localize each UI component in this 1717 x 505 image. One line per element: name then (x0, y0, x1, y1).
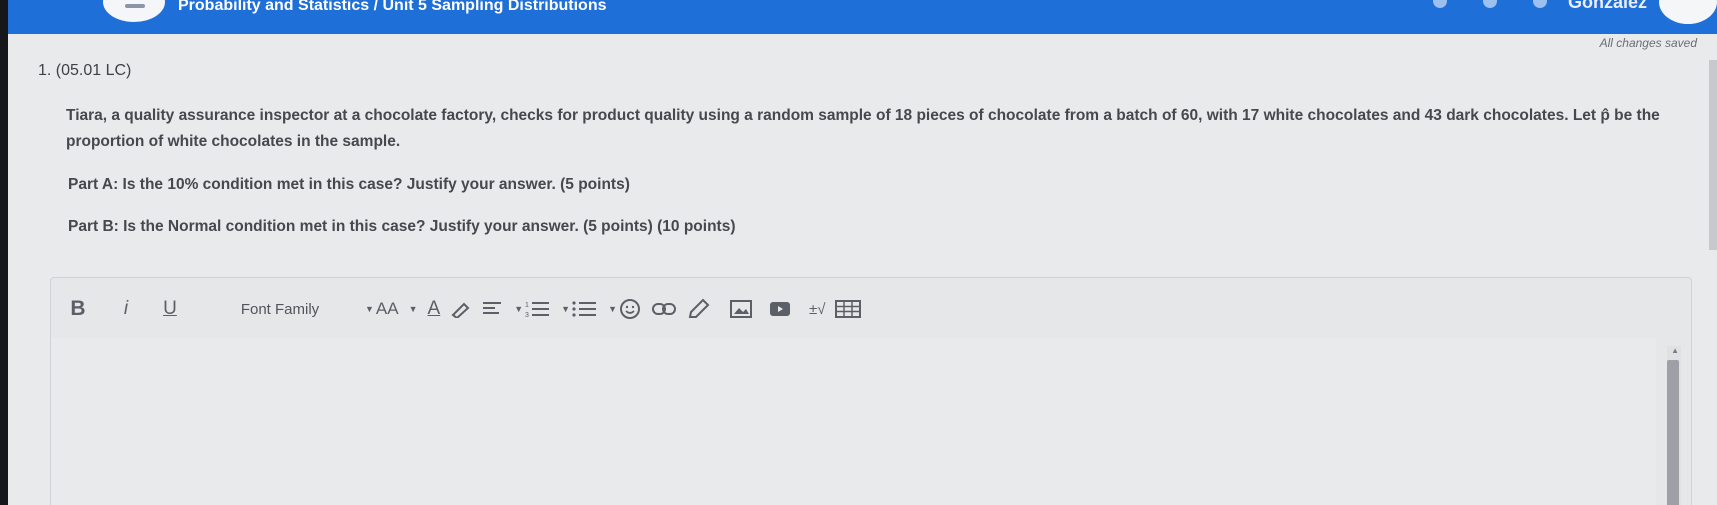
emoji-icon (619, 299, 640, 319)
chevron-down-icon: ▼ (408, 304, 418, 314)
video-icon (769, 302, 790, 316)
bold-button[interactable]: B (65, 297, 91, 321)
pencil-icon (688, 298, 710, 318)
align-icon (483, 302, 502, 314)
ordered-list-button[interactable]: 1 3 (525, 300, 551, 318)
editor-scroll-thumb[interactable] (1667, 360, 1679, 505)
page-scrollbar[interactable] (1709, 60, 1717, 250)
video-button[interactable] (769, 299, 791, 319)
table-icon (835, 300, 862, 318)
bullet-list-icon (572, 301, 597, 317)
chevron-down-icon: ▼ (365, 304, 374, 314)
underline-button[interactable]: U (159, 298, 181, 320)
chevron-down-icon: ▼ (514, 304, 524, 314)
chevron-down-icon: ▼ (561, 304, 571, 314)
image-button[interactable] (729, 299, 753, 319)
font-size-button[interactable]: AA (376, 299, 399, 319)
link-button[interactable] (651, 300, 677, 318)
top-bar: Probability and Statistics / Unit 5 Samp… (8, 0, 1717, 34)
svg-text:1: 1 (525, 302, 529, 309)
emoji-button[interactable] (619, 298, 641, 320)
settings-icon[interactable] (1533, 0, 1547, 8)
font-color-button[interactable]: A (428, 298, 441, 320)
answer-editor: B i U Font Family ▼ AA ▼ A ▼ 1 3 ▼ ▼ ±√ … (50, 277, 1692, 505)
question-text: Tiara, a quality assurance inspector at … (66, 107, 1660, 150)
editor-toolbar: B i U Font Family ▼ AA ▼ A ▼ 1 3 ▼ ▼ ±√ (65, 292, 871, 326)
help-icon[interactable] (1483, 0, 1497, 8)
svg-text:3: 3 (525, 312, 529, 318)
user-name[interactable]: Gonzalez (1568, 0, 1647, 13)
italic-button[interactable]: i (115, 298, 137, 320)
breadcrumb[interactable]: Probability and Statistics / Unit 5 Samp… (178, 0, 607, 15)
menu-icon (125, 4, 145, 8)
link-icon (651, 303, 676, 315)
question-number: 1. (05.01 LC) (38, 62, 132, 79)
answer-text-area[interactable] (51, 338, 1656, 505)
ordered-list-icon: 1 3 (525, 302, 550, 318)
chevron-down-icon: ▼ (608, 304, 617, 314)
save-status: All changes saved (1599, 36, 1697, 50)
screen: Probability and Statistics / Unit 5 Samp… (8, 0, 1717, 505)
menu-button[interactable] (103, 0, 165, 22)
highlighter-icon (451, 302, 470, 318)
part-a-prompt: Part A: Is the 10% condition met in this… (68, 176, 630, 193)
part-b-prompt: Part B: Is the Normal condition met in t… (68, 218, 736, 235)
highlight-icon[interactable] (450, 300, 472, 318)
notification-icon[interactable] (1433, 0, 1447, 8)
scroll-up-arrow-icon[interactable]: ▲ (1671, 346, 1679, 355)
table-button[interactable] (835, 299, 862, 319)
align-button[interactable] (482, 300, 504, 318)
bullet-list-button[interactable] (572, 300, 598, 318)
font-family-select[interactable]: Font Family (205, 301, 355, 318)
image-icon (729, 300, 752, 318)
avatar[interactable] (1659, 0, 1717, 24)
draw-button[interactable] (687, 298, 711, 320)
math-button[interactable]: ±√ (809, 301, 825, 318)
